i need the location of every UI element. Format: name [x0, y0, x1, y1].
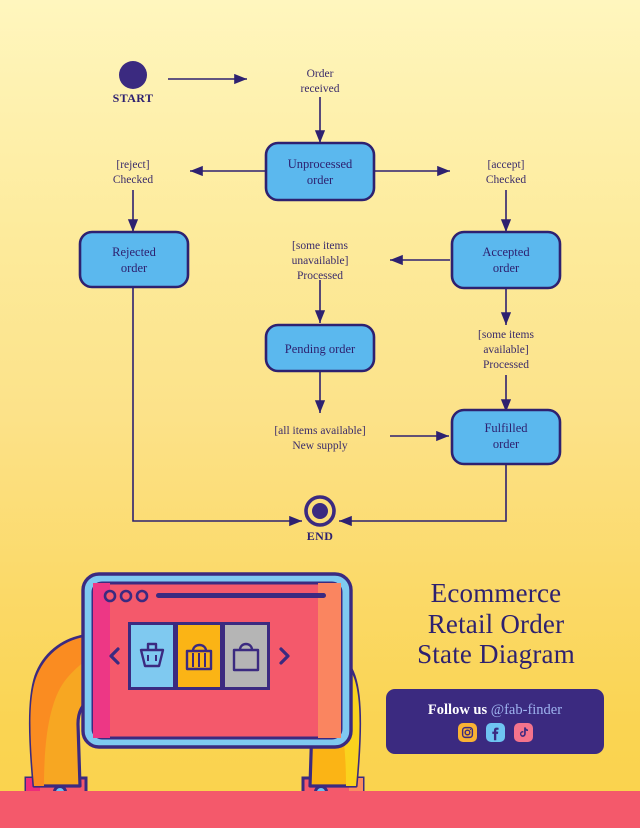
title-line-1: Ecommerce	[430, 578, 562, 608]
social-handle: @fab-finder	[490, 701, 563, 718]
social-icons-row	[457, 722, 533, 742]
poster-canvas: START END Unprocessed order Rejected ord…	[0, 0, 640, 828]
follow-us-text: Follow us @fab-finder	[428, 702, 562, 719]
follow-us-card[interactable]: Follow us @fab-finder	[386, 689, 604, 754]
title-line-3: State Diagram	[417, 639, 575, 669]
footer-band	[0, 791, 640, 828]
page-title: Ecommerce Retail Order State Diagram	[380, 578, 612, 670]
tiktok-icon[interactable]	[513, 722, 533, 742]
title-line-2: Retail Order	[427, 608, 565, 639]
tablet-device[interactable]	[81, 572, 353, 749]
product-card-1	[131, 625, 173, 687]
address-bar	[156, 593, 326, 598]
follow-us-prefix: Follow us	[427, 701, 488, 718]
instagram-icon[interactable]	[457, 722, 477, 742]
product-carousel[interactable]	[128, 622, 270, 690]
facebook-icon[interactable]	[485, 722, 505, 742]
product-card-3	[225, 625, 267, 687]
